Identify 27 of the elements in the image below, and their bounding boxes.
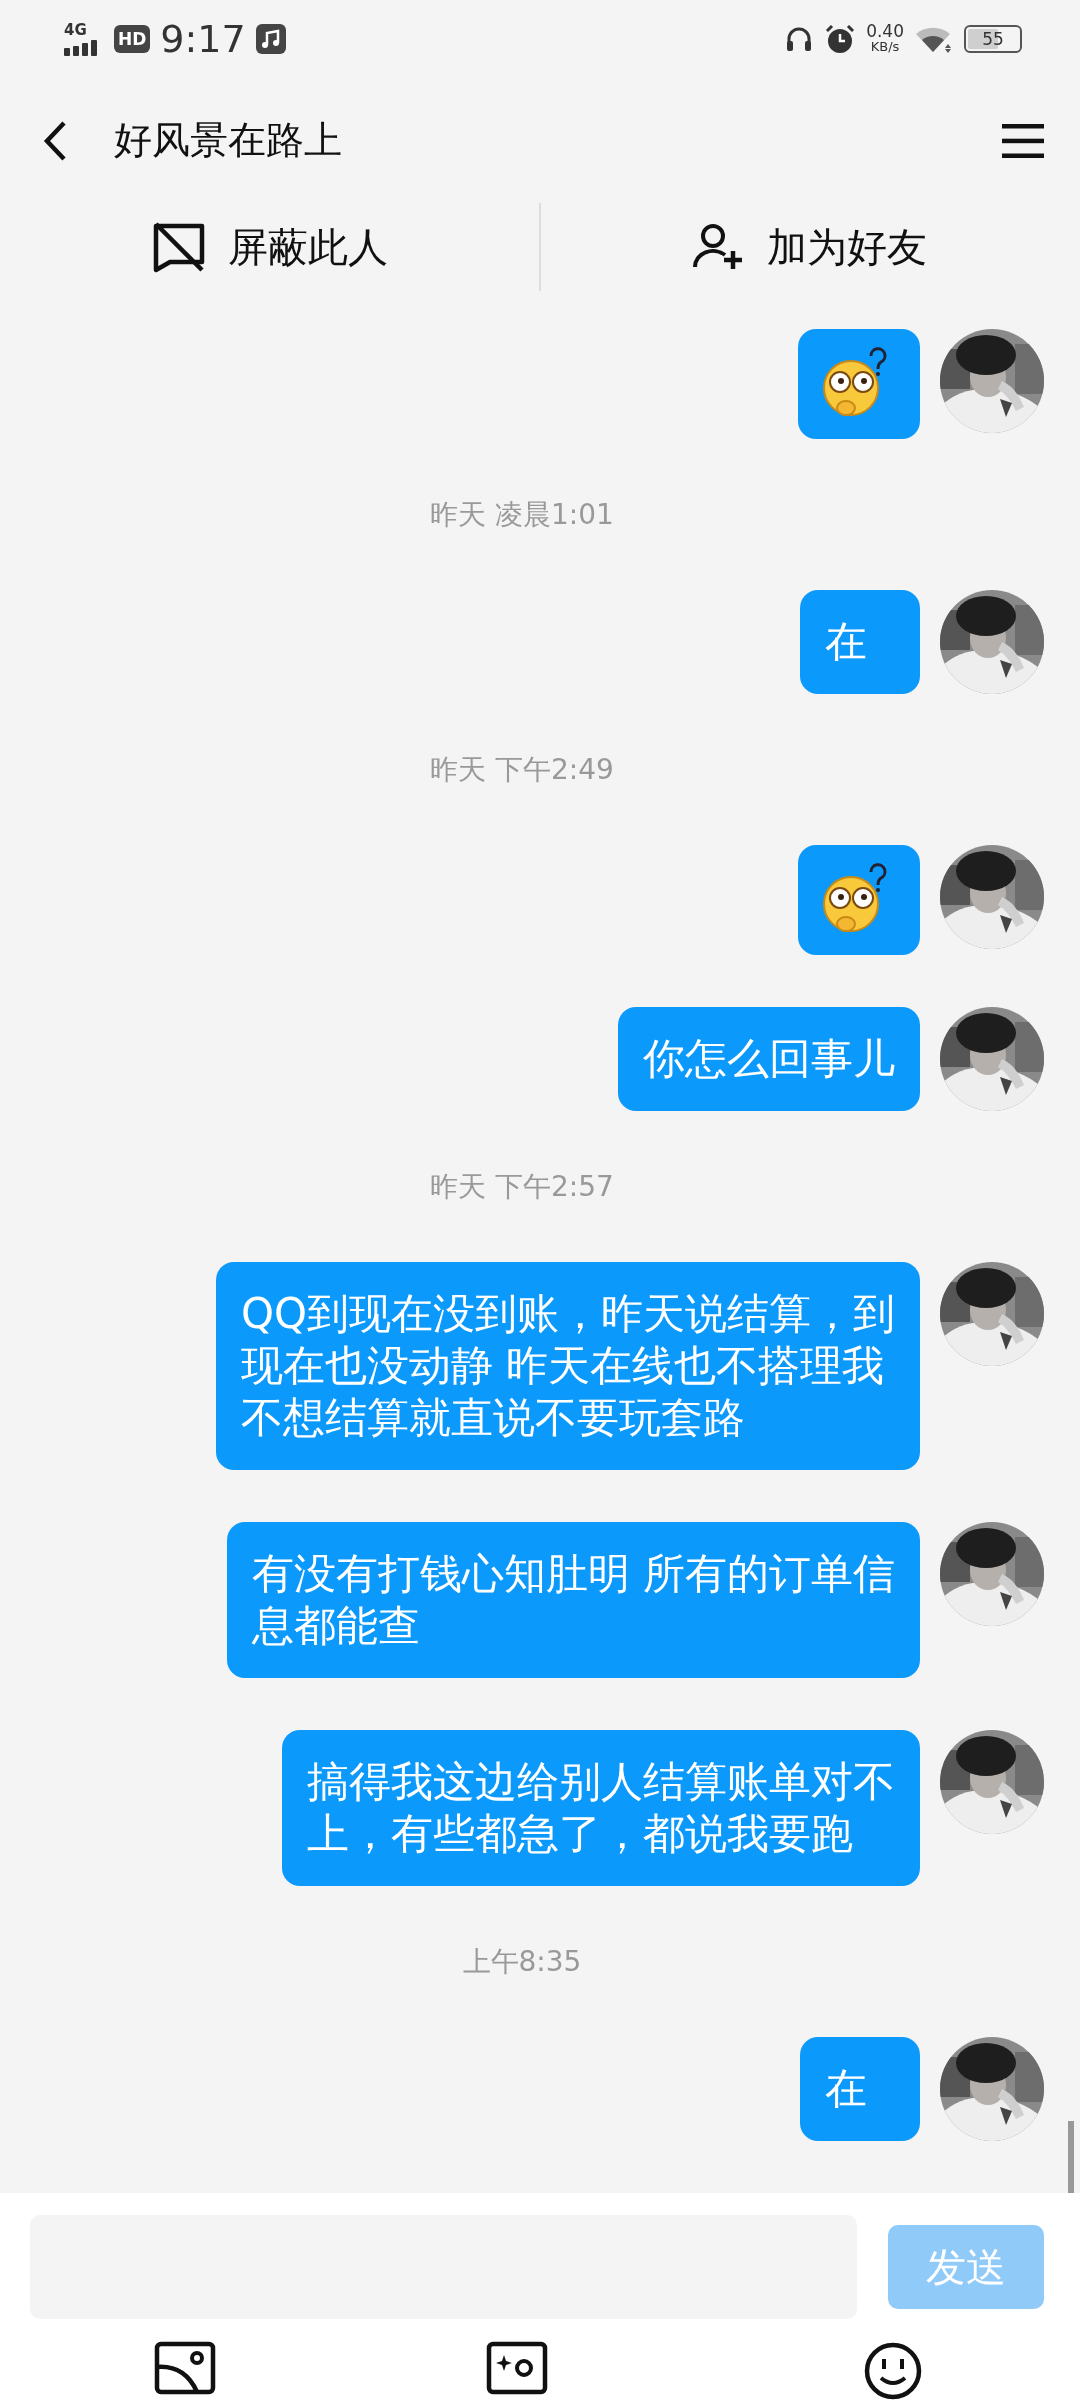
chat-title: 好风景在路上 [114, 117, 343, 165]
timestamp: 昨天 下午2:49 [429, 752, 615, 789]
message-bubble: 有没有打钱心知肚明 所有的订单信 息都能查 [226, 1522, 920, 1679]
message-bubble: 在 [800, 2037, 920, 2142]
emoji-icon[interactable] [863, 2341, 923, 2402]
camera-icon[interactable] [486, 2341, 548, 2396]
hd-badge: HD [114, 25, 151, 54]
timestamp: 昨天 下午2:57 [429, 1169, 615, 1206]
block-user-button[interactable]: 屏蔽此人 [0, 203, 540, 292]
menu-icon[interactable] [1002, 122, 1044, 159]
message-bubble: 你怎么回事儿 [618, 1007, 920, 1112]
network-type: 4G [64, 22, 87, 38]
alarm-icon [824, 23, 857, 56]
timestamp: 昨天 凌晨1:01 [429, 497, 615, 534]
back-icon[interactable] [42, 119, 68, 162]
block-icon [151, 220, 206, 275]
battery-icon: 55 [964, 25, 1022, 54]
clock: 9:17 [160, 17, 246, 62]
add-friend-button[interactable]: 加为好友 [540, 203, 1080, 292]
message-bubble: 搞得我这边给别人结算账单对不 上，有些都急了，都说我要跑 [282, 1730, 920, 1887]
image-icon[interactable] [154, 2341, 216, 2396]
music-icon [255, 24, 286, 55]
message-bubble: QQ到现在没到账，昨天说结算，到 现在也没动静 昨天在线也不搭理我 不想结算就直说不要玩套路 [215, 1262, 920, 1471]
message-bubble: 在 [800, 590, 920, 695]
network-speed: 0.40 [866, 24, 904, 40]
timestamp: 上午8:35 [461, 1944, 583, 1981]
speed-unit: KB/s [870, 39, 900, 55]
